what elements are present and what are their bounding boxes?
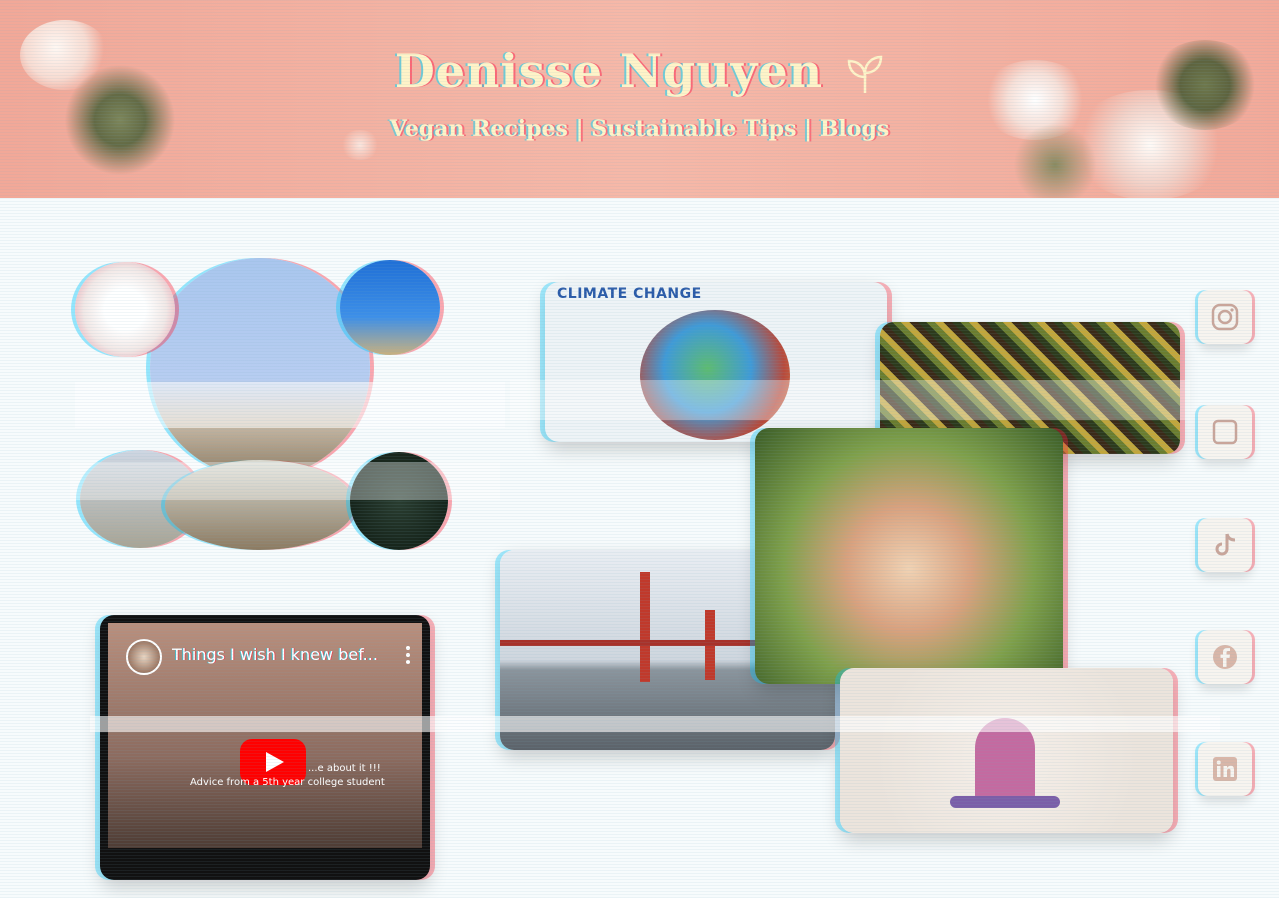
nav-vegan-recipes[interactable]: Vegan Recipes bbox=[390, 116, 568, 142]
globe-illustration bbox=[640, 310, 790, 440]
tiktok-link[interactable] bbox=[1198, 518, 1252, 572]
video-title[interactable]: Things I wish I knew bef... bbox=[172, 645, 392, 664]
nav-separator: | bbox=[575, 116, 584, 142]
nav-sustainable-tips[interactable]: Sustainable Tips bbox=[591, 116, 796, 142]
site-title[interactable]: Denisse Nguyen bbox=[0, 44, 1279, 98]
social-link[interactable] bbox=[1198, 405, 1252, 459]
nav-separator: | bbox=[804, 116, 813, 142]
climate-card-title: CLIMATE CHANGE bbox=[557, 286, 702, 302]
sprout-icon bbox=[847, 55, 883, 93]
video-caption-line1: ...e about it !!! bbox=[308, 763, 381, 774]
main-nav: Vegan Recipes | Sustainable Tips | Blogs bbox=[0, 116, 1279, 142]
travel-photo-waterfront[interactable] bbox=[165, 460, 355, 550]
meditation-illustration-card[interactable] bbox=[840, 668, 1173, 833]
travel-photo-pyramid[interactable] bbox=[340, 260, 440, 355]
tiktok-icon bbox=[1215, 533, 1236, 556]
meditation-base bbox=[950, 796, 1060, 808]
site-title-text: Denisse Nguyen bbox=[394, 44, 824, 98]
square-icon bbox=[1212, 419, 1238, 445]
instagram-icon bbox=[1211, 303, 1239, 331]
travel-photo-city[interactable] bbox=[150, 258, 370, 478]
facebook-icon bbox=[1213, 645, 1237, 669]
climate-change-card[interactable]: CLIMATE CHANGE bbox=[545, 282, 887, 442]
meditating-figure bbox=[975, 718, 1035, 808]
travel-photo-food[interactable] bbox=[75, 262, 175, 357]
channel-avatar[interactable] bbox=[126, 639, 162, 675]
facebook-link[interactable] bbox=[1198, 630, 1252, 684]
hands-earth-photo-card[interactable] bbox=[755, 428, 1063, 684]
instagram-link[interactable] bbox=[1198, 290, 1252, 344]
video-thumbnail[interactable]: Things I wish I knew bef... ...e about i… bbox=[108, 623, 422, 848]
video-caption-line2: Advice from a 5th year college student bbox=[190, 777, 385, 788]
nav-blogs[interactable]: Blogs bbox=[820, 116, 889, 142]
linkedin-icon bbox=[1213, 757, 1237, 781]
kebab-menu-icon[interactable] bbox=[398, 643, 418, 669]
youtube-video-embed[interactable]: Things I wish I knew bef... ...e about i… bbox=[100, 615, 430, 880]
linkedin-link[interactable] bbox=[1198, 742, 1252, 796]
bridge-tower bbox=[640, 572, 650, 682]
travel-photo-lights[interactable] bbox=[350, 452, 448, 550]
header-banner: Denisse Nguyen Vegan Recipes | Sustainab… bbox=[0, 0, 1279, 198]
